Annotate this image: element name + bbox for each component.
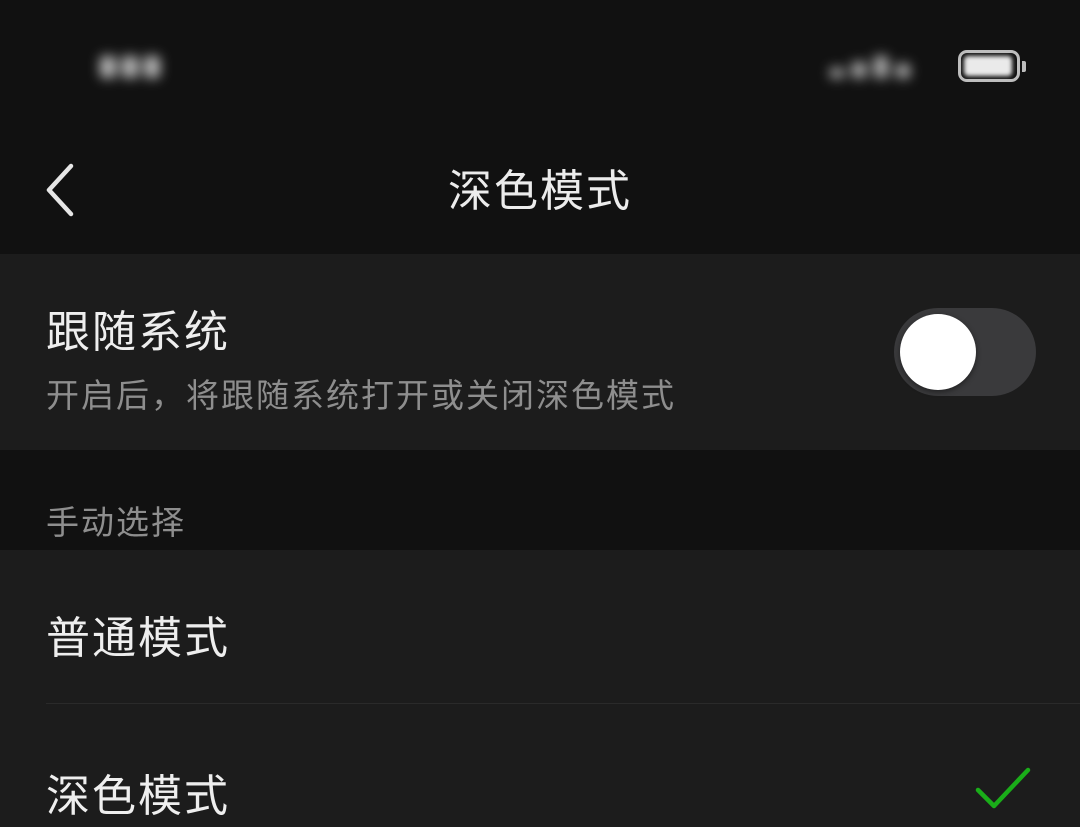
checkmark-icon [975, 767, 1031, 809]
status-bar [0, 0, 1080, 130]
follow-system-description: 开启后，将跟随系统打开或关闭深色模式 [46, 376, 676, 415]
follow-system-title: 跟随系统 [46, 307, 230, 358]
option-label: 深色模式 [46, 771, 230, 822]
follow-system-setting: 跟随系统 开启后，将跟随系统打开或关闭深色模式 [0, 254, 1080, 450]
mode-options-list: 普通模式 深色模式 [0, 550, 1080, 827]
dark-mode-settings-screen: 深色模式 跟随系统 开启后，将跟随系统打开或关闭深色模式 手动选择 普通模式 深… [0, 0, 1080, 827]
option-normal-mode[interactable]: 普通模式 [0, 550, 1080, 704]
section-label: 手动选择 [46, 503, 186, 542]
manual-select-section-header: 手动选择 [0, 450, 1080, 550]
option-label: 普通模式 [46, 613, 230, 664]
option-dark-mode[interactable]: 深色模式 [0, 704, 1080, 827]
chevron-left-icon [46, 163, 74, 217]
signal-wifi-icons [830, 56, 940, 86]
page-title: 深色模式 [448, 166, 632, 217]
toggle-knob [900, 314, 976, 390]
navigation-bar: 深色模式 [0, 130, 1080, 254]
status-time [100, 56, 180, 88]
follow-system-toggle[interactable] [894, 308, 1036, 396]
battery-icon [958, 50, 1026, 82]
back-button[interactable] [30, 158, 90, 222]
